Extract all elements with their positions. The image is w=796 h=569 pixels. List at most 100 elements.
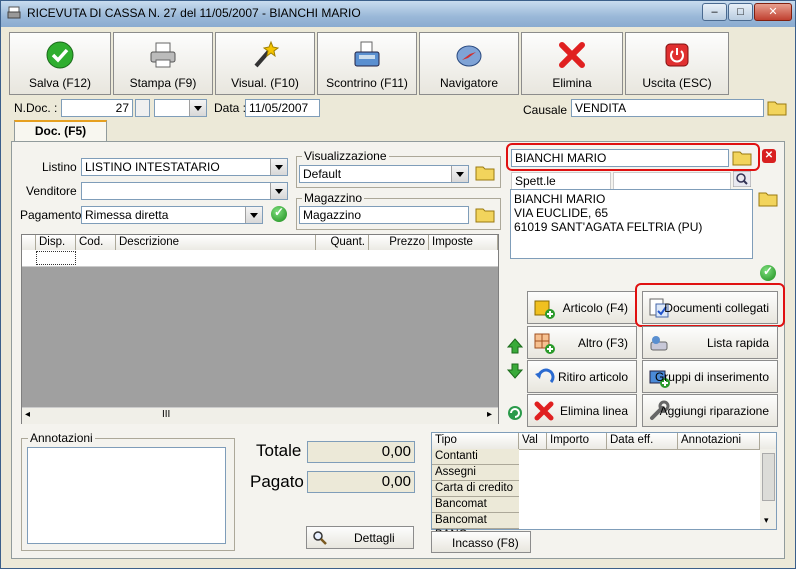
notes-textarea[interactable] — [27, 447, 226, 544]
chevron-down-icon[interactable] — [270, 183, 287, 199]
arrow-up-icon — [506, 338, 524, 354]
scroll-thumb[interactable] — [762, 453, 775, 501]
search-icon[interactable] — [733, 171, 751, 187]
exit-button[interactable]: Uscita (ESC) — [625, 32, 729, 95]
listino-label: Listino : — [42, 160, 84, 174]
col-header[interactable]: Disp. — [36, 235, 76, 250]
delete-button[interactable]: Elimina — [521, 32, 623, 95]
col-header[interactable]: Prezzo — [369, 235, 429, 250]
visualizzazione-label: Visualizzazione — [302, 149, 389, 163]
col-header[interactable]: Descrizione — [116, 235, 316, 250]
scroll-left-icon[interactable]: ◂ — [25, 409, 30, 420]
move-down-button[interactable] — [506, 363, 524, 379]
quick-list-label: Lista rapida — [706, 336, 769, 350]
ndoc-input[interactable]: 27 — [61, 99, 133, 117]
salutation-extra-input[interactable] — [613, 172, 731, 190]
close-button[interactable]: ✕ — [754, 3, 792, 21]
minimize-button[interactable]: – — [702, 3, 727, 21]
power-icon — [665, 43, 689, 67]
chevron-down-icon[interactable] — [270, 159, 287, 175]
chevron-down-icon[interactable] — [245, 207, 262, 223]
col-header[interactable]: Quant. — [316, 235, 369, 250]
col-header[interactable]: Tipo — [432, 433, 519, 449]
maximize-button[interactable]: □ — [728, 3, 753, 21]
preview-button[interactable]: Visual. (F10) — [215, 32, 315, 95]
col-header[interactable]: Imposte — [429, 235, 498, 250]
visualizzazione-combo[interactable]: Default — [299, 165, 469, 183]
folder-icon[interactable] — [475, 205, 495, 224]
pagamento-combo[interactable]: Rimessa diretta — [81, 206, 263, 224]
date-input[interactable]: 11/05/2007 — [245, 99, 320, 117]
salutation-input[interactable]: Spett.le — [511, 172, 611, 190]
return-article-button[interactable]: Ritiro articolo — [527, 360, 637, 393]
folder-icon[interactable] — [767, 98, 787, 117]
scroll-down-icon[interactable]: ▾ — [764, 515, 769, 526]
receipt-button[interactable]: Scontrino (F11) — [317, 32, 417, 95]
title-bar[interactable]: RICEVUTA DI CASSA N. 27 del 11/05/2007 -… — [1, 1, 795, 27]
quick-list-button[interactable]: Lista rapida — [642, 326, 778, 359]
tab-doc[interactable]: Doc. (F5) — [14, 120, 107, 142]
article-button[interactable]: Articolo (F4) — [527, 291, 637, 324]
folder-icon[interactable] — [475, 163, 495, 182]
red-x-icon — [534, 401, 554, 421]
scroll-right-icon[interactable]: ▸ — [487, 409, 492, 420]
causale-input[interactable]: VENDITA — [571, 99, 764, 117]
save-button[interactable]: Salva (F12) — [9, 32, 111, 95]
magnifier-icon — [313, 531, 327, 545]
confirm-check-icon[interactable] — [760, 264, 776, 281]
linked-docs-highlight — [635, 283, 785, 327]
box-add-icon — [534, 300, 555, 319]
refresh-button[interactable] — [507, 405, 523, 421]
table-row[interactable]: Bancomat BANC. — [432, 497, 519, 525]
venditore-label: Venditore : — [26, 184, 84, 198]
listino-combo[interactable]: LISTINO INTESTATARIO — [81, 158, 288, 176]
col-header[interactable]: Importo — [547, 433, 607, 449]
table-row[interactable]: Bancomat BANC. — [432, 513, 519, 541]
scroll-thumb[interactable]: III — [162, 409, 170, 420]
customer-address-box[interactable]: BIANCHI MARIO VIA EUCLIDE, 65 61019 SANT… — [510, 189, 753, 259]
check-circle-icon — [46, 41, 74, 69]
magazzino-input[interactable]: Magazzino — [299, 206, 469, 224]
vertical-scrollbar[interactable]: ▾ — [760, 449, 776, 529]
clear-customer-icon[interactable]: ✕ — [762, 149, 776, 163]
details-button[interactable]: Dettagli — [306, 526, 414, 549]
insert-groups-button[interactable]: Gruppi di inserimento — [642, 360, 778, 393]
paid-value: 0,00 — [307, 471, 415, 493]
col-header[interactable]: Data eff. — [607, 433, 678, 449]
quick-list-icon — [650, 336, 668, 351]
incasso-button[interactable]: Incasso (F8) — [431, 531, 531, 553]
check-icon[interactable] — [271, 205, 287, 222]
other-button[interactable]: Altro (F3) — [527, 326, 637, 359]
address-line: 61019 SANT'AGATA FELTRIA (PU) — [514, 220, 703, 234]
table-row[interactable]: Carta di credito — [432, 481, 519, 497]
article-label: Articolo (F4) — [562, 301, 628, 315]
magic-wand-icon — [254, 40, 280, 68]
table-row[interactable]: Contanti — [432, 449, 519, 465]
horizontal-scrollbar[interactable]: ◂ III ▸ — [22, 407, 498, 424]
col-header[interactable]: Annotazioni — [678, 433, 760, 449]
table-row[interactable] — [22, 250, 498, 267]
incasso-label: Incasso (F8) — [452, 536, 519, 550]
col-header[interactable]: Val — [519, 433, 547, 449]
table-row[interactable]: Assegni — [432, 465, 519, 481]
chevron-down-icon[interactable] — [451, 166, 468, 182]
venditore-combo[interactable] — [81, 182, 288, 200]
details-label: Dettagli — [354, 531, 395, 545]
causale-label: Causale : — [523, 103, 574, 117]
folder-icon[interactable] — [758, 189, 778, 208]
ndoc-series-combo[interactable] — [154, 99, 207, 117]
chevron-down-icon[interactable] — [189, 100, 206, 116]
print-button[interactable]: Stampa (F9) — [113, 32, 213, 95]
save-label: Salva (F12) — [28, 76, 92, 90]
payments-grid[interactable]: Tipo Val Importo Data eff. Annotazioni C… — [431, 432, 777, 541]
ndoc-suffix-input[interactable] — [135, 99, 150, 117]
move-up-button[interactable] — [506, 338, 524, 354]
delete-line-button[interactable]: Elimina linea — [527, 394, 637, 427]
add-repair-button[interactable]: Aggiungi riparazione — [642, 394, 778, 427]
col-header[interactable]: Cod. — [76, 235, 116, 250]
selected-cell[interactable] — [36, 251, 76, 265]
paid-label: Pagato — [250, 472, 304, 491]
ndoc-label: N.Doc. : — [14, 101, 58, 115]
navigator-button[interactable]: Navigatore — [419, 32, 519, 95]
items-grid[interactable]: Disp. Cod. Descrizione Quant. Prezzo Imp… — [21, 234, 499, 424]
